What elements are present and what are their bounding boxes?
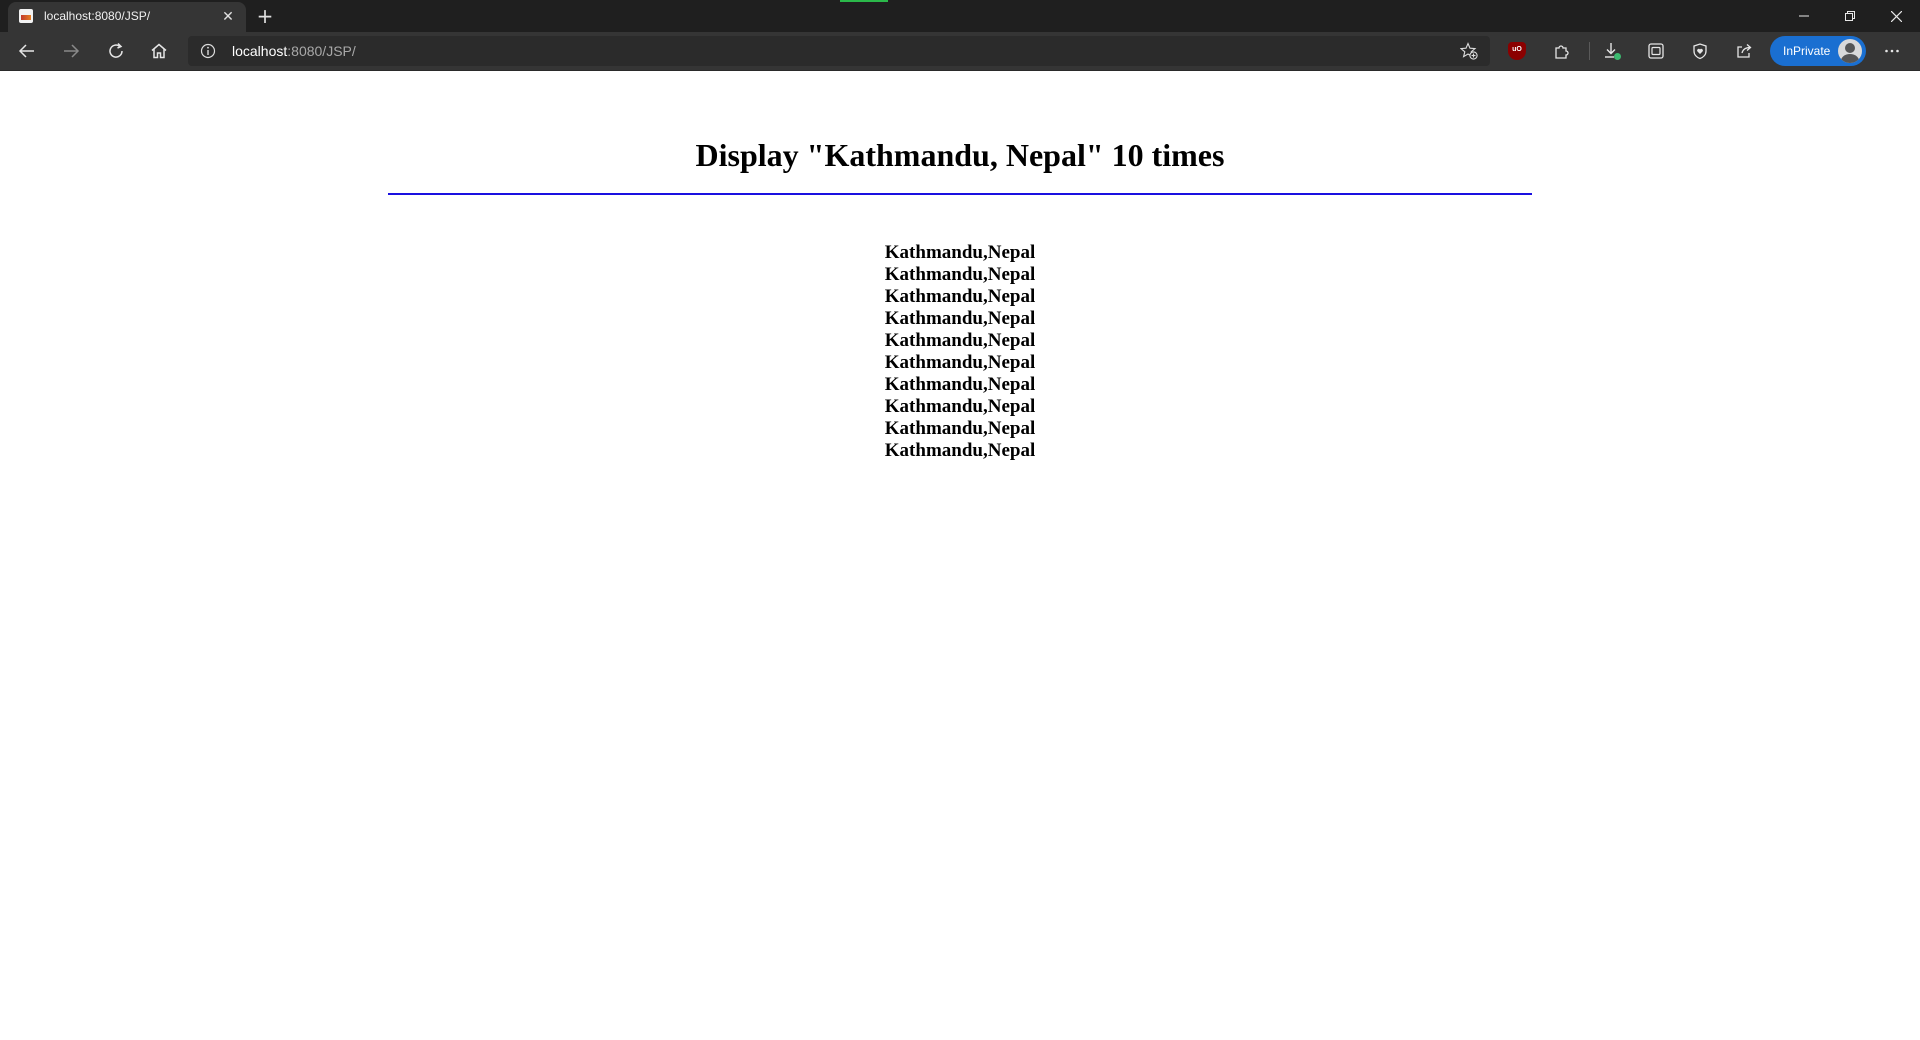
activity-indicator bbox=[840, 0, 888, 2]
list-item: Kathmandu,Nepal bbox=[884, 308, 1036, 329]
heart-shield-icon bbox=[1693, 43, 1707, 60]
close-icon bbox=[1890, 10, 1902, 22]
inprivate-profile-button[interactable]: InPrivate bbox=[1770, 36, 1866, 66]
avatar bbox=[1838, 39, 1862, 63]
page-title: Display "Kathmandu, Nepal" 10 times bbox=[695, 137, 1225, 173]
extensions-button[interactable] bbox=[1548, 38, 1576, 64]
info-icon[interactable] bbox=[200, 43, 216, 59]
ublock-extension-icon[interactable]: uO bbox=[1508, 42, 1526, 60]
more-icon bbox=[1885, 49, 1899, 53]
title-divider bbox=[388, 193, 1532, 195]
list-item: Kathmandu,Nepal bbox=[884, 264, 1036, 285]
downloads-button[interactable] bbox=[1598, 38, 1626, 64]
minimize-button[interactable] bbox=[1781, 0, 1827, 32]
collections-button[interactable] bbox=[1642, 38, 1670, 64]
url-path: :8080/JSP/ bbox=[287, 43, 356, 59]
repeated-text-list: Kathmandu,Nepal Kathmandu,Nepal Kathmand… bbox=[0, 242, 1920, 462]
home-icon bbox=[151, 43, 167, 59]
list-item: Kathmandu,Nepal bbox=[884, 352, 1036, 373]
puzzle-icon bbox=[1555, 45, 1569, 59]
share-icon bbox=[1737, 44, 1752, 58]
close-window-button[interactable] bbox=[1873, 0, 1919, 32]
home-button[interactable] bbox=[145, 38, 173, 64]
url-host: localhost bbox=[232, 43, 288, 59]
page-favicon-icon bbox=[19, 9, 33, 23]
new-tab-button[interactable]: + bbox=[254, 5, 276, 27]
arrow-right-icon bbox=[64, 44, 80, 58]
browser-essentials-button[interactable] bbox=[1686, 38, 1714, 64]
arrow-left-icon bbox=[18, 44, 34, 58]
list-item: Kathmandu,Nepal bbox=[884, 242, 1036, 263]
address-url[interactable]: localhost:8080/JSP/ bbox=[232, 43, 356, 59]
toolbar-separator bbox=[1589, 42, 1590, 60]
list-item: Kathmandu,Nepal bbox=[884, 396, 1036, 417]
share-button[interactable] bbox=[1730, 38, 1758, 64]
restore-icon bbox=[1845, 11, 1855, 21]
more-button[interactable] bbox=[1878, 38, 1906, 64]
list-item: Kathmandu,Nepal bbox=[884, 286, 1036, 307]
restore-button[interactable] bbox=[1827, 0, 1873, 32]
browser-toolbar: localhost:8080/JSP/ uO InPrivate bbox=[0, 32, 1920, 71]
inprivate-label: InPrivate bbox=[1783, 44, 1831, 58]
download-icon bbox=[1605, 43, 1621, 60]
browser-tab[interactable]: localhost:8080/JSP/ ✕ bbox=[8, 2, 246, 32]
list-item: Kathmandu,Nepal bbox=[884, 418, 1036, 439]
back-button[interactable] bbox=[13, 38, 41, 64]
address-bar[interactable]: localhost:8080/JSP/ bbox=[188, 36, 1490, 66]
list-item: Kathmandu,Nepal bbox=[884, 330, 1036, 351]
collections-icon bbox=[1648, 43, 1664, 59]
minimize-icon bbox=[1799, 15, 1809, 17]
tab-title: localhost:8080/JSP/ bbox=[44, 9, 151, 23]
list-item: Kathmandu,Nepal bbox=[884, 374, 1036, 395]
page-content: Display "Kathmandu, Nepal" 10 times Kath… bbox=[0, 71, 1920, 1040]
refresh-button[interactable] bbox=[102, 38, 130, 64]
refresh-icon bbox=[109, 42, 123, 58]
tab-close-icon[interactable]: ✕ bbox=[220, 9, 236, 25]
title-bar: localhost:8080/JSP/ ✕ + bbox=[0, 0, 1920, 32]
favorites-add-icon[interactable] bbox=[1460, 42, 1478, 60]
forward-button[interactable] bbox=[57, 38, 85, 64]
list-item: Kathmandu,Nepal bbox=[884, 440, 1036, 461]
